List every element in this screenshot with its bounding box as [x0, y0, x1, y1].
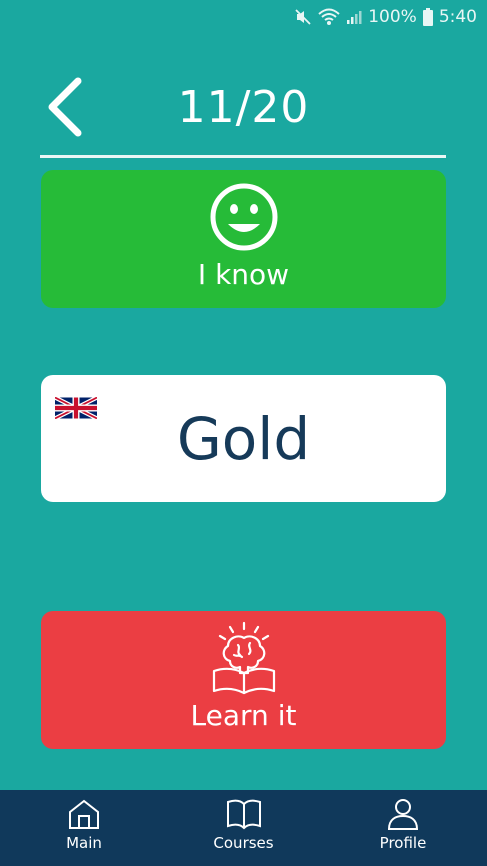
battery-icon	[422, 8, 433, 26]
brain-book-icon	[212, 621, 275, 695]
word-text: Gold	[176, 405, 311, 473]
i-know-label: I know	[197, 258, 290, 291]
battery-percent: 100%	[368, 7, 417, 27]
learn-it-label: Learn it	[190, 699, 297, 732]
nav-item-profile[interactable]: Profile	[363, 790, 443, 866]
header-divider	[40, 155, 446, 158]
signal-icon	[346, 9, 362, 25]
clock: 5:40	[438, 7, 477, 27]
status-bar: 100% 5:40	[0, 0, 487, 34]
progress-counter: 11/20	[177, 82, 310, 133]
word-card: Gold	[41, 375, 446, 502]
nav-label-profile: Profile	[379, 834, 427, 852]
header: 11/20	[0, 70, 487, 150]
user-icon	[387, 799, 419, 830]
nav-item-main[interactable]: Main	[44, 790, 124, 866]
nav-label-main: Main	[66, 834, 102, 852]
nav-label-courses: Courses	[213, 834, 274, 852]
mute-icon	[294, 8, 312, 26]
wifi-icon	[318, 8, 340, 26]
bottom-nav: Main Courses Profile	[0, 790, 487, 866]
book-icon	[226, 799, 261, 830]
home-icon	[69, 799, 99, 829]
nav-item-courses[interactable]: Courses	[204, 790, 284, 866]
smile-icon	[210, 183, 277, 251]
i-know-button[interactable]: I know	[41, 170, 446, 308]
learn-it-button[interactable]: Learn it	[41, 611, 446, 749]
